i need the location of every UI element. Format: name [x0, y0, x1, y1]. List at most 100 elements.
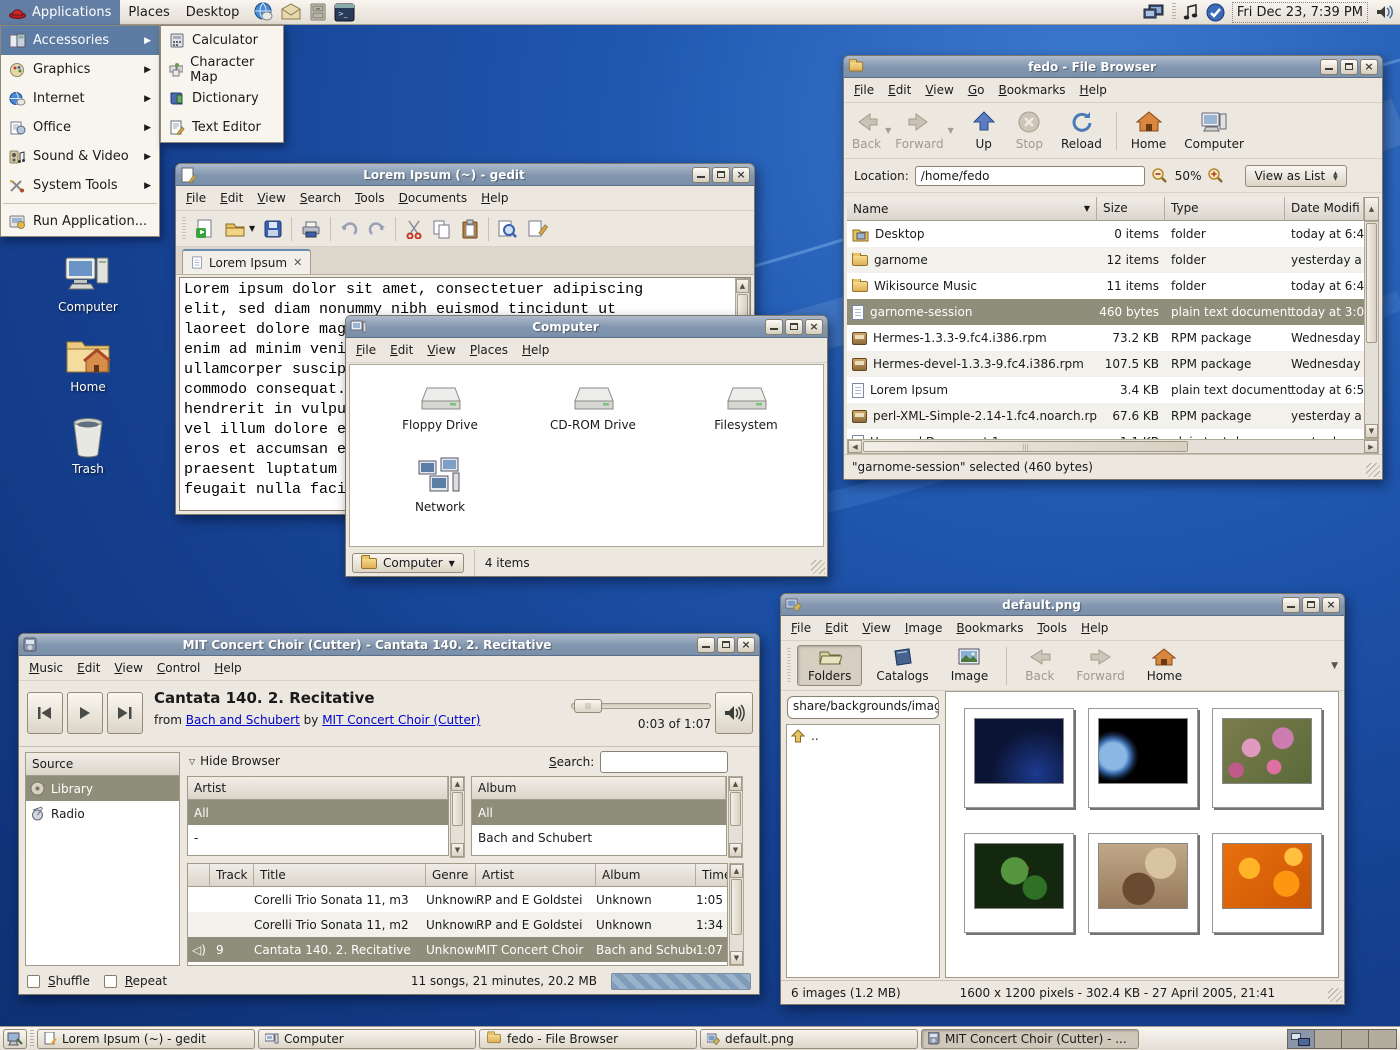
stop-button[interactable]: Stop	[1016, 110, 1043, 151]
scroll-down-arrow[interactable]: ▼	[730, 951, 743, 965]
icon-cdrom-drive[interactable]: CD-ROM Drive	[543, 383, 643, 432]
artist-scrollbar[interactable]: ▲ ▼	[450, 776, 465, 858]
track-row[interactable]: Corelli Trio Sonata 11, m3 Unknown RP an…	[188, 887, 727, 912]
desktop-menu-button[interactable]: Desktop	[178, 1, 248, 24]
back-button[interactable]: Back	[1017, 646, 1062, 685]
menu-file[interactable]: File	[179, 187, 213, 209]
scroll-up-arrow[interactable]: ▲	[736, 279, 749, 293]
menu-music[interactable]: Music	[22, 657, 70, 679]
scroll-up-arrow[interactable]: ▲	[451, 777, 464, 791]
paste-button[interactable]	[460, 219, 480, 239]
column-genre[interactable]: Genre	[426, 864, 476, 887]
track-row[interactable]: Corelli Trio Sonata 11, m2 Unknown RP an…	[188, 912, 727, 937]
next-button[interactable]	[107, 692, 143, 734]
menu-item-dictionary[interactable]: Dictionary	[161, 84, 283, 113]
scroll-thumb[interactable]	[731, 879, 742, 935]
cut-button[interactable]	[404, 219, 424, 239]
resize-grip[interactable]	[811, 560, 825, 574]
scroll-down-arrow[interactable]: ▼	[1365, 424, 1378, 438]
artist-link[interactable]: MIT Concert Choir (Cutter)	[322, 713, 480, 727]
file-cabinet-launcher[interactable]	[308, 2, 328, 22]
places-menu-button[interactable]: Places	[120, 1, 177, 24]
menu-edit[interactable]: Edit	[818, 617, 855, 639]
save-button[interactable]	[263, 219, 283, 239]
column-header-name[interactable]: Name▼	[847, 197, 1097, 221]
table-row[interactable]: perl-XML-Simple-2.14-1.fc4.noarch.rpm 67…	[847, 403, 1364, 429]
menu-edit[interactable]: Edit	[213, 187, 250, 209]
up-directory-item[interactable]: ..	[791, 729, 935, 743]
icon-filesystem[interactable]: Filesystem	[696, 383, 796, 432]
up-button[interactable]: Up	[972, 110, 996, 151]
source-header[interactable]: Source	[26, 753, 179, 776]
terminal-launcher[interactable]: >_	[334, 3, 355, 22]
scroll-up-arrow[interactable]: ▲	[729, 777, 742, 791]
reload-button[interactable]: Reload	[1061, 110, 1102, 151]
menu-edit[interactable]: Edit	[881, 79, 918, 101]
file-list-horizontal-scrollbar[interactable]: ◀ ||| ▶	[847, 439, 1379, 454]
table-row[interactable]: Hermes-1.3.3-9.fc4.i386.rpm 73.2 KB RPM …	[847, 325, 1364, 351]
maximize-button[interactable]	[717, 637, 735, 653]
menu-bookmarks[interactable]: Bookmarks	[991, 79, 1072, 101]
scroll-down-arrow[interactable]: ▼	[451, 843, 464, 857]
gedit-titlebar[interactable]: Lorem Ipsum (~) - gedit ×	[176, 164, 754, 186]
thumbnail-pink-flowers[interactable]	[1212, 708, 1322, 808]
menu-item-accessories[interactable]: Accessories▶	[1, 26, 159, 55]
copy-button[interactable]	[432, 219, 452, 239]
menu-image[interactable]: Image	[898, 617, 950, 639]
menu-edit[interactable]: Edit	[383, 339, 420, 361]
location-input[interactable]: /home/fedo	[915, 166, 1145, 186]
rhythmbox-titlebar[interactable]: MIT Concert Choir (Cutter) - Cantata 140…	[19, 634, 759, 656]
desktop-icon-trash[interactable]: Trash	[46, 415, 130, 476]
menu-view[interactable]: View	[420, 339, 462, 361]
table-row[interactable]: Desktop 0 items folder today at 6:4	[847, 221, 1364, 247]
scroll-up-arrow[interactable]: ▲	[1364, 197, 1379, 221]
toolbar-overflow-chevron[interactable]: ▼	[1331, 661, 1338, 671]
menu-control[interactable]: Control	[150, 657, 207, 679]
undo-button[interactable]	[339, 219, 359, 239]
computer-button[interactable]: Computer	[1184, 110, 1244, 151]
close-button[interactable]: ×	[1360, 59, 1378, 75]
open-button[interactable]: ▼	[224, 220, 255, 238]
menu-item-text-editor[interactable]: Text Editor	[161, 113, 283, 142]
music-note-tray-icon[interactable]	[1183, 4, 1199, 21]
minimize-button[interactable]	[1320, 59, 1338, 75]
zoom-out-icon[interactable]	[1151, 167, 1169, 184]
open-dropdown-arrow[interactable]: ▼	[249, 224, 255, 233]
menu-edit[interactable]: Edit	[70, 657, 107, 679]
hide-browser-toggle[interactable]: ▽ Hide Browser	[189, 754, 280, 768]
album-scrollbar[interactable]: ▲ ▼	[728, 776, 743, 858]
home-button[interactable]: Home	[1139, 646, 1190, 685]
seek-slider-handle[interactable]: |||	[574, 699, 602, 713]
volume-tray-icon[interactable]	[1375, 3, 1396, 21]
task-file-browser[interactable]: fedo - File Browser	[479, 1029, 697, 1049]
menu-item-calculator[interactable]: Calculator	[161, 26, 283, 55]
task-computer[interactable]: Computer	[258, 1029, 476, 1049]
menu-help[interactable]: Help	[474, 187, 515, 209]
menu-view[interactable]: View	[107, 657, 149, 679]
thumbnail-orange-flowers[interactable]	[1212, 833, 1322, 933]
search-input[interactable]	[600, 751, 728, 773]
screen-resolution-tray-icon[interactable]	[1143, 3, 1165, 21]
tab-lorem-ipsum[interactable]: Lorem Ipsum ✕	[182, 249, 311, 274]
zoom-in-icon[interactable]	[1207, 167, 1225, 184]
previous-button[interactable]	[27, 692, 63, 734]
thumbnail-green-leaves[interactable]	[964, 833, 1074, 933]
resize-grip[interactable]	[1328, 988, 1342, 1002]
close-button[interactable]: ×	[1322, 597, 1340, 613]
source-library[interactable]: Library	[26, 776, 179, 801]
source-radio[interactable]: Radio	[26, 801, 179, 826]
repeat-checkbox[interactable]	[104, 975, 117, 988]
minimize-button[interactable]	[1282, 597, 1300, 613]
menu-item-sound-video[interactable]: Sound & Video▶	[1, 142, 159, 171]
track-scrollbar[interactable]: ▲ ▼	[729, 863, 744, 966]
menu-item-office[interactable]: Office▶	[1, 113, 159, 142]
volume-button[interactable]	[715, 692, 753, 734]
back-dropdown-arrow[interactable]: ▼	[885, 126, 891, 135]
email-launcher[interactable]	[280, 2, 302, 22]
table-row[interactable]: Wikisource Music 11 items folder today a…	[847, 273, 1364, 299]
maximize-button[interactable]	[785, 319, 803, 335]
minimize-button[interactable]	[697, 637, 715, 653]
column-header-type[interactable]: Type	[1165, 197, 1285, 221]
maximize-button[interactable]	[1302, 597, 1320, 613]
gthumb-titlebar[interactable]: default.png ×	[781, 594, 1344, 616]
